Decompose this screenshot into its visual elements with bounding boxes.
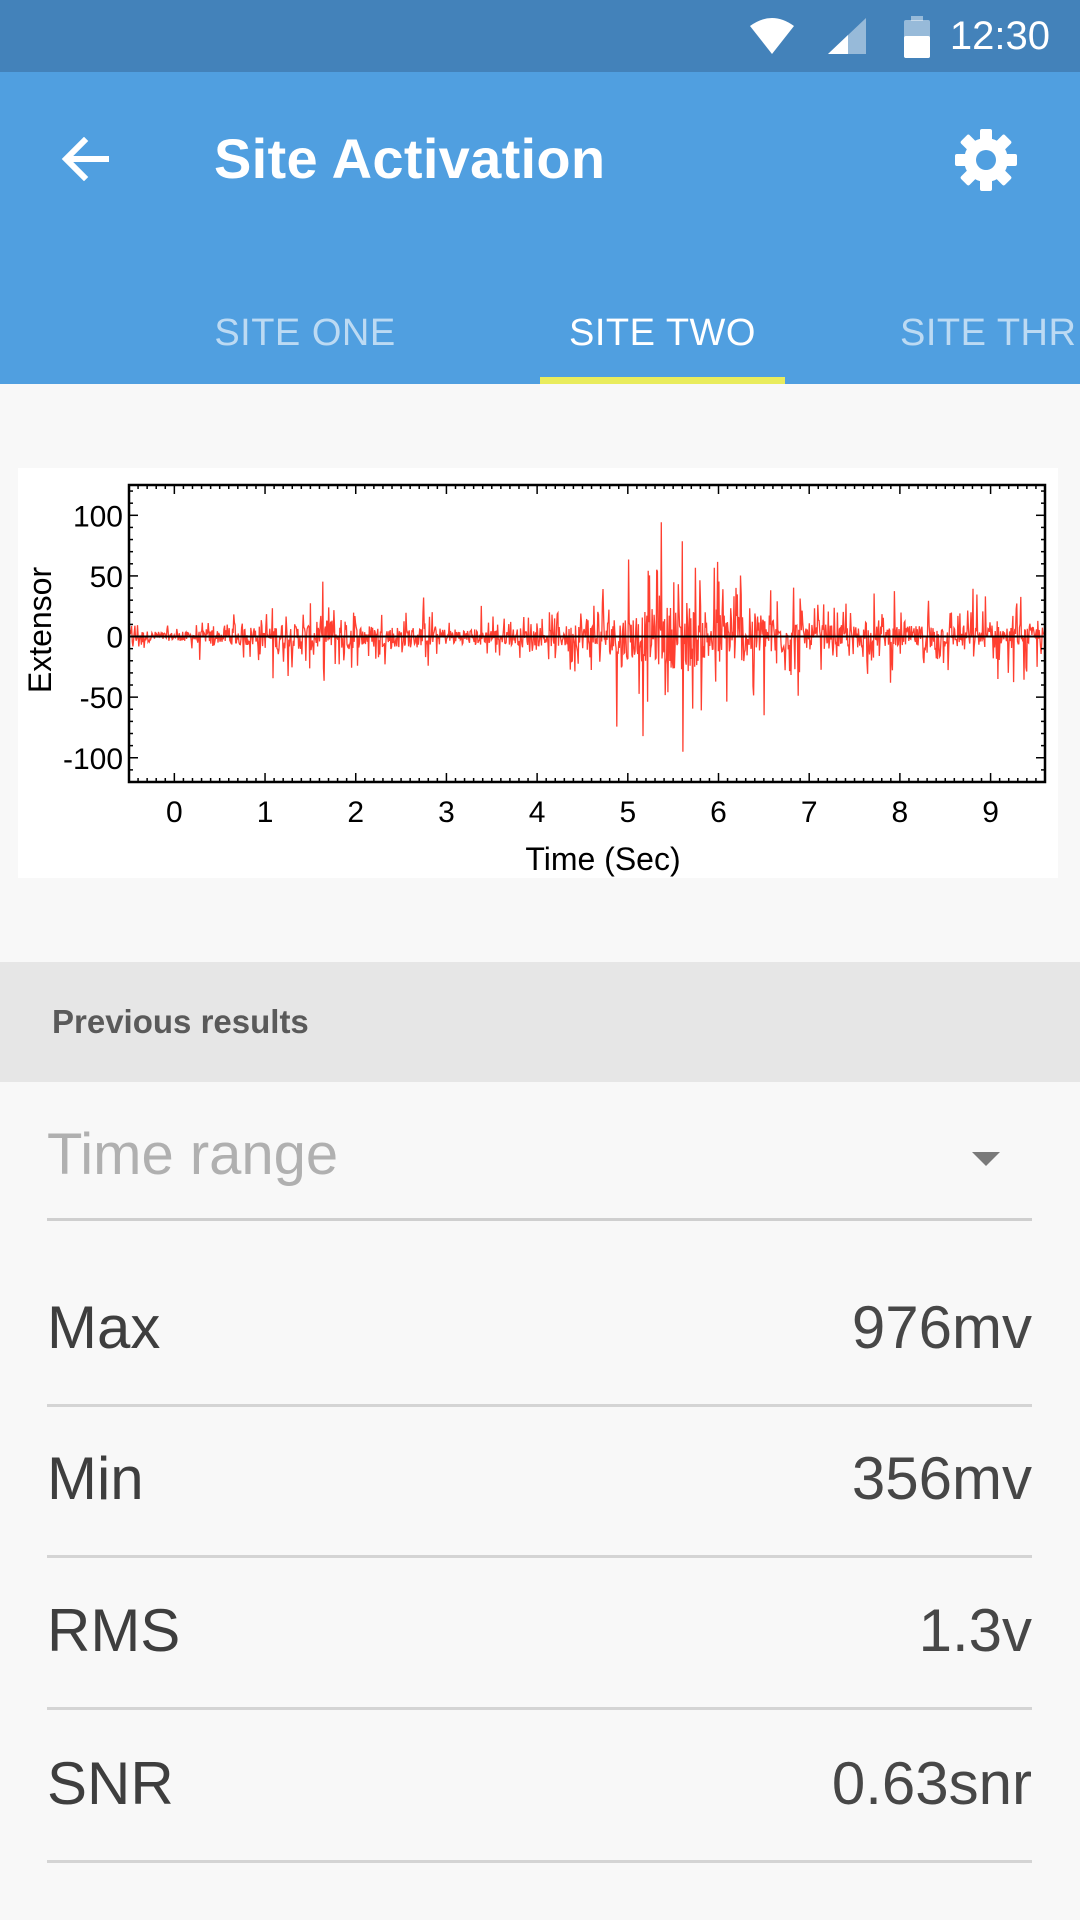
axis-tick-labels: 0 1 2 3 4 5 6 7 8 9 100 50 0 -50 -100	[63, 500, 999, 829]
back-button[interactable]	[40, 116, 130, 206]
result-row-rms: RMS 1.3v	[47, 1557, 1032, 1710]
result-label: RMS	[47, 1597, 181, 1664]
time-range-dropdown[interactable]: Time range	[47, 1108, 1032, 1221]
x-tick-label: 1	[257, 796, 274, 829]
y-tick-label: 100	[73, 500, 123, 533]
y-tick-label: 50	[90, 561, 123, 594]
result-value: 1.3v	[918, 1597, 1032, 1664]
result-label: Min	[47, 1445, 144, 1512]
result-value: 976mv	[851, 1294, 1032, 1361]
x-tick-label: 9	[982, 796, 999, 829]
app-bar: Site Activation SITE ONE SITE TWO SITE T…	[0, 72, 1080, 384]
result-label: SNR	[47, 1750, 174, 1817]
status-time: 12:30	[949, 14, 1050, 58]
tab-indicator	[540, 377, 785, 384]
tab-site-one[interactable]: SITE ONE	[160, 282, 450, 384]
y-tick-label: 0	[106, 622, 123, 655]
tab-site-two[interactable]: SITE TWO	[515, 282, 810, 384]
previous-results-header: Previous results	[0, 962, 1080, 1082]
result-label: Max	[47, 1294, 161, 1361]
tab-site-three[interactable]: SITE THR	[900, 282, 1080, 384]
x-tick-label: 3	[438, 796, 455, 829]
cellular-signal-icon	[826, 16, 868, 61]
dropdown-arrow-icon	[972, 1152, 1000, 1166]
x-tick-label: 0	[166, 796, 183, 829]
page-title: Site Activation	[214, 127, 606, 190]
result-row-snr: SNR 0.63snr	[47, 1710, 1032, 1863]
emg-chart-svg: 0 1 2 3 4 5 6 7 8 9 100 50 0 -50 -100 Time (Sec) Exten…	[22, 483, 1047, 877]
result-row-min: Min 356mv	[47, 1405, 1032, 1558]
x-tick-label: 4	[529, 796, 546, 829]
wifi-icon	[748, 16, 796, 61]
result-row-max: Max 976mv	[47, 1254, 1032, 1407]
gear-icon	[953, 127, 1019, 198]
emg-chart: 0 1 2 3 4 5 6 7 8 9 100 50 0 -50 -100 Time (Sec) Exten…	[18, 468, 1058, 878]
tab-bar: SITE ONE SITE TWO SITE THR	[0, 282, 1080, 384]
time-range-placeholder: Time range	[47, 1122, 339, 1187]
y-tick-label: -100	[63, 743, 123, 776]
x-axis-title: Time (Sec)	[525, 841, 680, 877]
y-axis-title: Extensor	[22, 567, 58, 694]
x-tick-label: 5	[619, 796, 636, 829]
settings-button[interactable]	[940, 116, 1032, 208]
result-value: 0.63snr	[831, 1750, 1032, 1817]
x-tick-label: 7	[801, 796, 818, 829]
x-tick-label: 8	[892, 796, 909, 829]
status-bar: 12:30	[0, 0, 1080, 72]
arrow-back-icon	[60, 136, 110, 186]
x-tick-label: 6	[710, 796, 727, 829]
x-tick-label: 2	[347, 796, 364, 829]
battery-icon	[902, 16, 932, 63]
result-value: 356mv	[851, 1445, 1032, 1512]
previous-results-title: Previous results	[52, 1003, 309, 1040]
y-tick-label: -50	[80, 682, 123, 715]
